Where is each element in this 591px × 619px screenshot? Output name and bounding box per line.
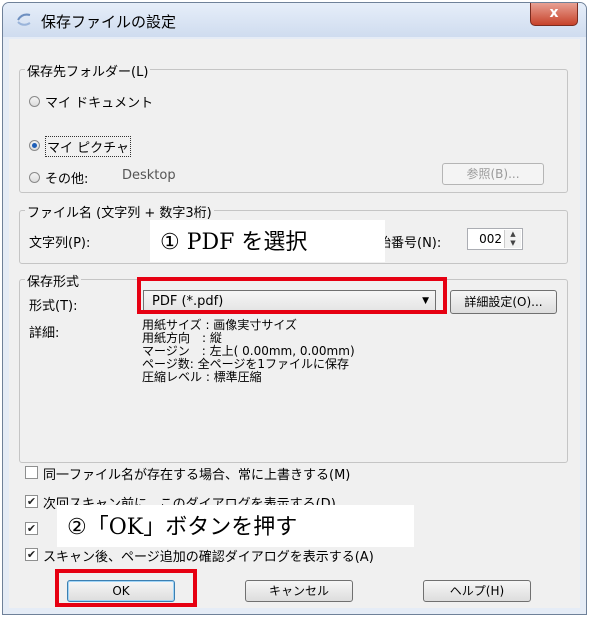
- ok-highlight-box: [55, 569, 197, 607]
- close-button[interactable]: x: [530, 3, 578, 26]
- add-page-confirm-checkbox[interactable]: ✔: [25, 548, 38, 561]
- overwrite-checkbox[interactable]: [25, 466, 38, 479]
- show-dialog-checkbox[interactable]: ✔: [25, 495, 38, 508]
- details-text: 用紙サイズ : 画像実寸サイズ 用紙方向 : 縦 マージン : 左上( 0.00…: [142, 319, 355, 384]
- filename-group-label: ファイル名 (文字列 + 数字3桁): [25, 202, 214, 221]
- step2-callout: ②「OK」ボタンを押す: [57, 505, 414, 547]
- save-folder-group-label: 保存先フォルダー(L): [25, 61, 151, 80]
- radio-other[interactable]: [29, 172, 40, 183]
- option3-checkbox[interactable]: ✔: [25, 522, 38, 535]
- cancel-button[interactable]: キャンセル: [245, 580, 353, 602]
- number-spinner[interactable]: ▲ ▼: [504, 230, 521, 248]
- radio-other-label[interactable]: その他:: [45, 168, 88, 187]
- other-folder-path: Desktop: [122, 168, 176, 183]
- format-label: 形式(T):: [29, 299, 78, 314]
- radio-my-documents-label[interactable]: マイ ドキュメント: [45, 92, 153, 111]
- start-number-field[interactable]: 002 ▲ ▼: [467, 228, 523, 250]
- radio-my-documents[interactable]: [29, 96, 40, 107]
- format-group-label: 保存形式: [25, 271, 82, 290]
- format-highlight-box: [137, 277, 447, 314]
- overwrite-label[interactable]: 同一ファイル名が存在する場合、常に上書きする(M): [43, 464, 350, 483]
- browse-button[interactable]: 参照(B)...: [442, 163, 544, 185]
- details-label: 詳細:: [29, 326, 60, 341]
- prefix-label: 文字列(P):: [29, 236, 91, 251]
- radio-my-pictures[interactable]: [29, 140, 40, 151]
- start-number-value: 002: [479, 232, 502, 246]
- details-line: 圧縮レベル : 標準圧縮: [142, 370, 262, 384]
- spin-down-icon[interactable]: ▼: [505, 239, 521, 248]
- radio-my-pictures-label[interactable]: マイ ピクチャ: [45, 136, 132, 157]
- window-title: 保存ファイルの設定: [41, 13, 177, 31]
- scanner-app-icon: [17, 13, 31, 26]
- help-button[interactable]: ヘルプ(H): [423, 580, 531, 602]
- title-bar[interactable]: 保存ファイルの設定 x: [3, 3, 586, 37]
- add-page-confirm-label[interactable]: スキャン後、ページ追加の確認ダイアログを表示する(A): [43, 546, 374, 565]
- step1-callout: ① PDF を選択: [150, 220, 385, 262]
- spin-up-icon[interactable]: ▲: [505, 230, 521, 239]
- detail-settings-button[interactable]: 詳細設定(O)...: [450, 290, 557, 314]
